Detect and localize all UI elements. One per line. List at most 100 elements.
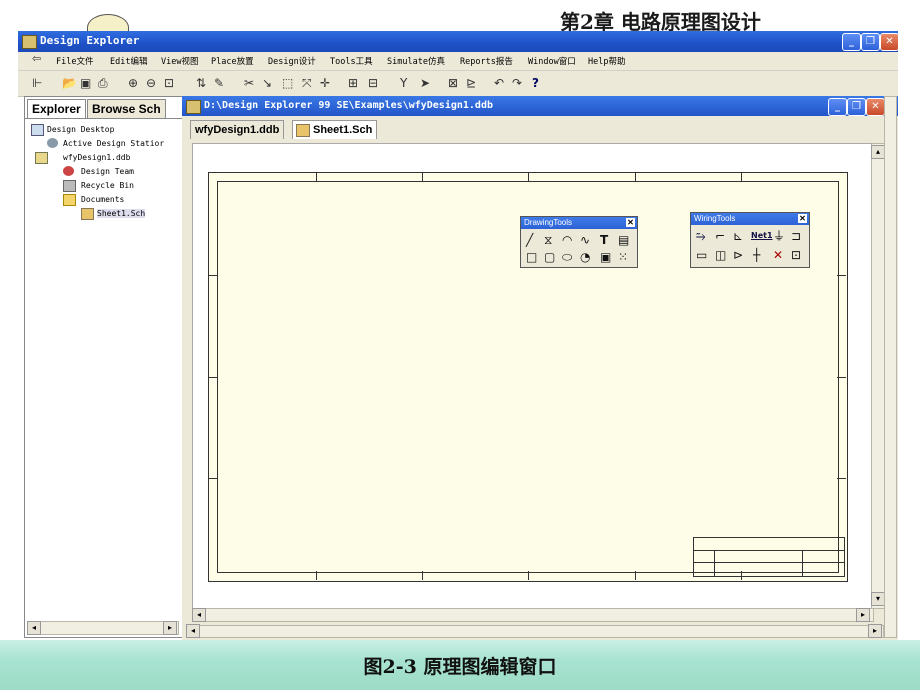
menu-simulate[interactable]: Simulate仿真 bbox=[387, 55, 445, 67]
sheet-symbol-tool-icon[interactable]: ▭ bbox=[696, 248, 707, 262]
text-tool-icon[interactable]: T bbox=[600, 233, 608, 247]
rounded-rectangle-tool-icon[interactable]: ▢ bbox=[544, 250, 555, 264]
zoom-out-icon[interactable]: ⊖ bbox=[146, 76, 156, 90]
help-icon[interactable]: ? bbox=[532, 76, 539, 90]
doc-maximize-button[interactable]: ❐ bbox=[847, 98, 866, 116]
hscroll-right-icon[interactable]: ▸ bbox=[856, 608, 870, 622]
paste-icon[interactable]: ↘ bbox=[262, 76, 272, 90]
drawing-tools-header[interactable]: DrawingTools ✕ bbox=[521, 217, 637, 229]
zoom-in-icon[interactable]: ⊕ bbox=[128, 76, 138, 90]
cut-icon[interactable]: ✂ bbox=[244, 76, 254, 90]
bus-entry-tool-icon[interactable]: ⊾ bbox=[733, 229, 743, 243]
menu-arrow-icon[interactable]: ⇦ bbox=[32, 52, 41, 66]
menu-window[interactable]: Window窗口 bbox=[528, 55, 576, 67]
scroll-up-icon[interactable]: ▴ bbox=[871, 145, 885, 159]
edit-component-icon[interactable]: ✎ bbox=[214, 76, 224, 90]
drawing-tools-close-icon[interactable]: ✕ bbox=[626, 218, 635, 227]
array-paste-tool-icon[interactable]: ⁙ bbox=[618, 250, 628, 264]
window-vertical-scrollbar[interactable] bbox=[884, 96, 897, 638]
menu-view[interactable]: View视图 bbox=[161, 55, 198, 67]
tree-item-design-desktop[interactable]: Design Desktop bbox=[47, 125, 114, 134]
app-icon bbox=[22, 35, 37, 49]
hscroll-left-icon[interactable]: ◂ bbox=[192, 608, 206, 622]
panel-horizontal-scrollbar[interactable] bbox=[27, 621, 179, 635]
tab-sheet1-sch[interactable]: Sheet1.Sch bbox=[292, 120, 378, 139]
polygon-tool-icon[interactable]: ⧖ bbox=[544, 233, 552, 247]
scroll-right-icon[interactable]: ▸ bbox=[163, 621, 177, 635]
wire-tool-icon[interactable]: ⥲ bbox=[696, 229, 706, 243]
window-scroll-left-icon[interactable]: ◂ bbox=[186, 624, 200, 638]
netlabel-tool-icon[interactable]: Net1 bbox=[751, 229, 773, 243]
menu-file[interactable]: File文件 bbox=[56, 55, 93, 67]
station-icon bbox=[47, 138, 58, 148]
drawing-tools-palette[interactable]: DrawingTools ✕ ╱ ⧖ ◠ ∿ T ▤ □ ▢ ⬭ ◔ ▣ ⁙ bbox=[520, 216, 638, 268]
wiring-tools-palette[interactable]: WiringTools ✕ ⥲ ⌐ ⊾ Net1 ⏚ ⊐ ▭ ◫ ⊳ ┼ ✕ ⊡ bbox=[690, 212, 810, 268]
junction-tool-icon[interactable]: ┼ bbox=[753, 248, 760, 262]
tab-explorer[interactable]: Explorer bbox=[27, 99, 86, 118]
library-icon[interactable]: ⊞ bbox=[348, 76, 358, 90]
folder-icon bbox=[63, 194, 76, 206]
menu-edit[interactable]: Edit编辑 bbox=[110, 55, 147, 67]
increment-icon[interactable]: Y bbox=[400, 76, 407, 90]
graphic-tool-icon[interactable]: ▣ bbox=[600, 250, 611, 264]
save-icon[interactable]: ▣ bbox=[80, 76, 91, 90]
zoom-fit-icon[interactable]: ⊡ bbox=[164, 76, 174, 90]
no-erc-tool-icon[interactable]: ✕ bbox=[773, 248, 783, 262]
wiring-tools-close-icon[interactable]: ✕ bbox=[798, 214, 807, 223]
minimize-button[interactable]: _ bbox=[842, 33, 861, 51]
hierarchy-icon[interactable]: ⇅ bbox=[196, 76, 206, 90]
open-icon[interactable]: 📂 bbox=[62, 76, 77, 90]
port-tool-icon[interactable]: ⊳ bbox=[733, 248, 743, 262]
browse-library-icon[interactable]: ⊟ bbox=[368, 76, 378, 90]
wiring-tools-header[interactable]: WiringTools ✕ bbox=[691, 213, 809, 225]
menu-help[interactable]: Help帮助 bbox=[588, 55, 625, 67]
line-tool-icon[interactable]: ╱ bbox=[526, 233, 533, 247]
tab-browse-sch[interactable]: Browse Sch bbox=[87, 99, 166, 118]
rectangle-tool-icon[interactable]: □ bbox=[526, 250, 537, 264]
horizontal-scrollbar[interactable] bbox=[192, 608, 874, 622]
bus-tool-icon[interactable]: ⌐ bbox=[715, 229, 725, 243]
tree-item-documents[interactable]: Documents bbox=[81, 195, 124, 204]
part-tool-icon[interactable]: ⊐ bbox=[791, 229, 801, 243]
undo-icon[interactable]: ↶ bbox=[494, 76, 504, 90]
print-icon[interactable]: ⎙ bbox=[98, 76, 108, 90]
menu-place[interactable]: Place放置 bbox=[211, 55, 254, 67]
tab-wfydesign1[interactable]: wfyDesign1.ddb bbox=[190, 120, 285, 139]
ellipse-tool-icon[interactable]: ⬭ bbox=[562, 250, 572, 264]
window-scroll-right-icon[interactable]: ▸ bbox=[868, 624, 882, 638]
grid-icon[interactable]: ⊠ bbox=[448, 76, 458, 90]
deselect-icon[interactable]: ⤧ bbox=[302, 76, 312, 90]
align-icon[interactable]: ⊵ bbox=[466, 76, 476, 90]
panel-toggle-icon[interactable]: ⊩ bbox=[32, 76, 42, 90]
menu-reports[interactable]: Reports报告 bbox=[460, 55, 513, 67]
close-button[interactable]: ✕ bbox=[880, 33, 899, 51]
tree-item-wfydesign1[interactable]: wfyDesign1.ddb bbox=[63, 153, 130, 162]
select-icon[interactable]: ⬚ bbox=[282, 76, 293, 90]
redo-icon[interactable]: ↷ bbox=[512, 76, 522, 90]
text-frame-tool-icon[interactable]: ▤ bbox=[618, 233, 629, 247]
tree-item-sheet1-sch[interactable]: Sheet1.Sch bbox=[97, 209, 146, 218]
window-horizontal-scrollbar[interactable] bbox=[186, 625, 884, 638]
doc-minimize-button[interactable]: _ bbox=[828, 98, 847, 116]
move-icon[interactable]: ✛ bbox=[320, 76, 330, 90]
doc-close-button[interactable]: ✕ bbox=[866, 98, 885, 116]
tree-item-design-team[interactable]: Design Team bbox=[81, 167, 134, 176]
pie-tool-icon[interactable]: ◔ bbox=[580, 250, 590, 264]
tree-item-active-design-station[interactable]: Active Design Statior bbox=[63, 139, 164, 148]
menu-tools[interactable]: Tools工具 bbox=[330, 55, 373, 67]
menu-design[interactable]: Design设计 bbox=[268, 55, 316, 67]
arc-tool-icon[interactable]: ◠ bbox=[562, 233, 572, 247]
pointer-icon[interactable]: ➤ bbox=[420, 76, 430, 90]
tab-sheet1-label: Sheet1.Sch bbox=[313, 124, 373, 136]
tree-item-recycle-bin[interactable]: Recycle Bin bbox=[81, 181, 134, 190]
power-port-tool-icon[interactable]: ⏚ bbox=[773, 229, 785, 243]
sheet-entry-tool-icon[interactable]: ◫ bbox=[715, 248, 726, 262]
scroll-down-icon[interactable]: ▾ bbox=[871, 592, 885, 606]
vertical-scrollbar[interactable] bbox=[871, 143, 885, 609]
document-title-bar[interactable]: D:\Design Explorer 99 SE\Examples\wfyDes… bbox=[182, 96, 898, 116]
app-title-bar[interactable]: Design Explorer _ ❐ ✕ bbox=[18, 31, 899, 52]
scroll-left-icon[interactable]: ◂ bbox=[27, 621, 41, 635]
bezier-tool-icon[interactable]: ∿ bbox=[580, 233, 590, 247]
maximize-button[interactable]: ❐ bbox=[861, 33, 880, 51]
pcb-layout-tool-icon[interactable]: ⊡ bbox=[791, 248, 801, 262]
